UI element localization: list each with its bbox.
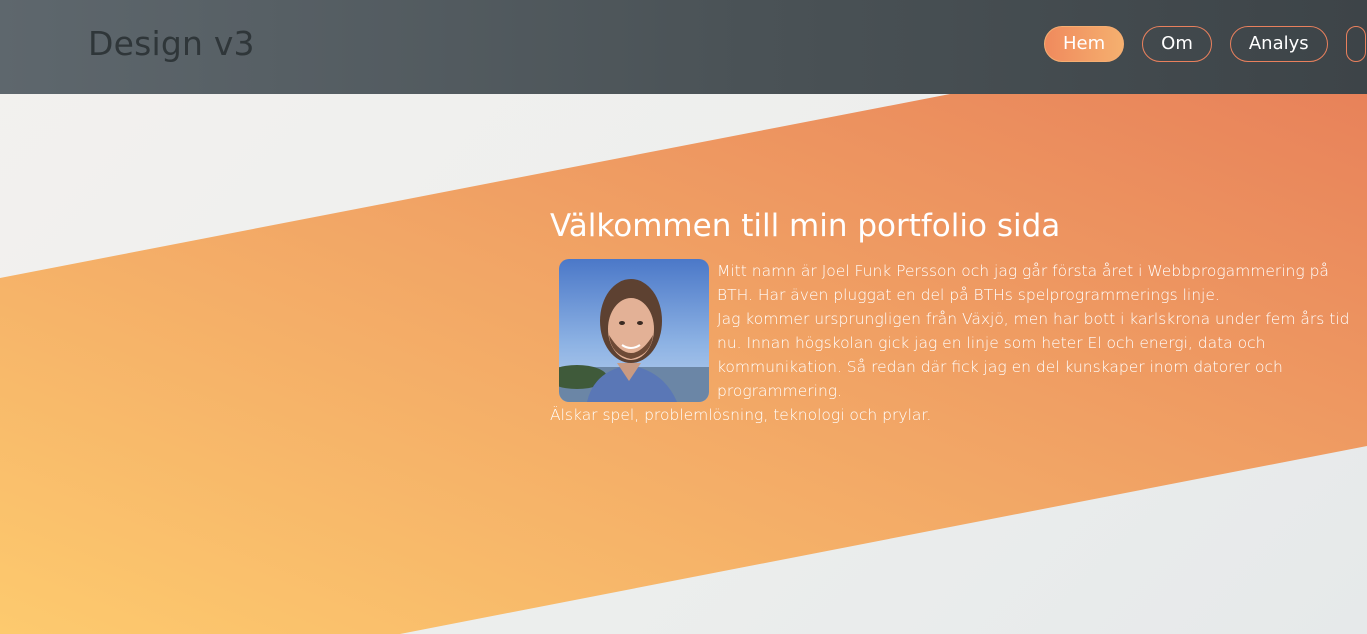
nav-link-hem[interactable]: Hem (1044, 26, 1125, 62)
site-header: Design v3 Hem Om Analys (0, 0, 1367, 94)
site-title[interactable]: Design v3 (88, 24, 255, 64)
page-heading: Välkommen till min portfolio sida (550, 208, 1061, 244)
about-section: Mitt namn är Joel Funk Persson och jag g… (550, 259, 1350, 427)
nav-link-analys[interactable]: Analys (1229, 26, 1328, 62)
profile-photo (559, 259, 709, 402)
nav-link-overflow[interactable] (1345, 26, 1366, 62)
nav-link-om[interactable]: Om (1142, 26, 1212, 62)
interests-paragraph: Älskar spel, problemlösning, teknologi o… (550, 406, 932, 424)
main-content: Välkommen till min portfolio sida Mitt n… (550, 204, 1350, 427)
main-nav: Hem Om Analys (1044, 26, 1366, 62)
